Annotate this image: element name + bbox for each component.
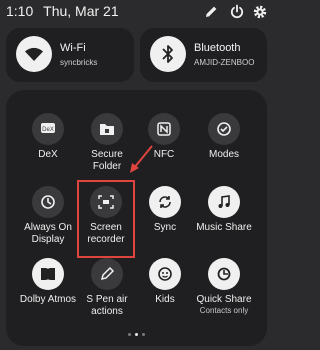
always-on-display-icon	[32, 186, 64, 218]
s-pen-icon	[91, 258, 123, 290]
bluetooth-title: Bluetooth	[194, 42, 241, 54]
modes-icon	[208, 113, 240, 145]
bluetooth-icon	[150, 36, 186, 72]
music-share-icon	[208, 186, 240, 218]
power-icon[interactable]	[229, 4, 245, 20]
tile-quick-share-sublabel: Contacts only	[199, 306, 249, 315]
dex-icon: DeX	[32, 113, 64, 145]
quick-share-icon	[208, 258, 240, 290]
tile-s-pen-air-actions[interactable]: S Pen air actions	[76, 258, 138, 318]
tile-kids[interactable]: Kids	[134, 258, 196, 306]
wifi-title: Wi-Fi	[60, 42, 86, 54]
tile-sync[interactable]: Sync	[134, 186, 196, 234]
svg-text:DeX: DeX	[42, 127, 54, 133]
tile-quick-share[interactable]: Quick Share Contacts only	[193, 258, 255, 316]
tile-s-pen-label: S Pen air actions	[86, 294, 128, 317]
gear-icon[interactable]	[252, 4, 268, 20]
page-dot	[128, 333, 131, 336]
tile-modes[interactable]: Modes	[193, 113, 255, 161]
secure-folder-icon	[91, 113, 123, 145]
tile-quick-share-label: Quick Share	[196, 294, 252, 305]
tile-dex-label: DeX	[38, 149, 58, 160]
wifi-icon	[16, 36, 52, 72]
page-dot	[142, 333, 145, 336]
tile-dolby-atmos[interactable]: Dolby Atmos	[17, 258, 79, 306]
screen-recorder-highlight	[77, 180, 135, 258]
kids-icon	[149, 258, 181, 290]
bluetooth-card[interactable]: Bluetooth AMJID-ZENBOO	[140, 28, 267, 82]
wifi-subtitle: syncbricks	[60, 58, 98, 67]
wifi-card[interactable]: Wi-Fi syncbricks	[6, 28, 134, 82]
sync-icon	[149, 186, 181, 218]
pencil-icon[interactable]	[203, 4, 219, 20]
dolby-atmos-icon	[32, 258, 64, 290]
annotation-arrow-icon	[130, 145, 153, 173]
tile-dex[interactable]: DeX DeX	[17, 113, 79, 161]
tile-sync-label: Sync	[153, 222, 177, 233]
time-text: 1:10	[6, 3, 34, 19]
tile-modes-label: Modes	[208, 149, 239, 160]
page-indicator[interactable]	[128, 333, 145, 336]
tile-always-on-display[interactable]: Always On Display	[17, 186, 79, 246]
status-time: 1:10 Thu, Mar 21	[6, 3, 119, 19]
date-text: Thu, Mar 21	[43, 3, 119, 19]
bluetooth-subtitle: AMJID-ZENBOO	[194, 58, 255, 67]
tile-always-on-display-label: Always On Display	[24, 222, 72, 245]
status-bar: 1:10 Thu, Mar 21	[0, 0, 273, 24]
tile-music-share[interactable]: Music Share	[193, 186, 255, 234]
tile-kids-label: Kids	[155, 294, 175, 305]
page-dot-active	[135, 333, 138, 336]
tile-dolby-atmos-label: Dolby Atmos	[19, 294, 77, 305]
tile-music-share-label: Music Share	[196, 222, 252, 233]
